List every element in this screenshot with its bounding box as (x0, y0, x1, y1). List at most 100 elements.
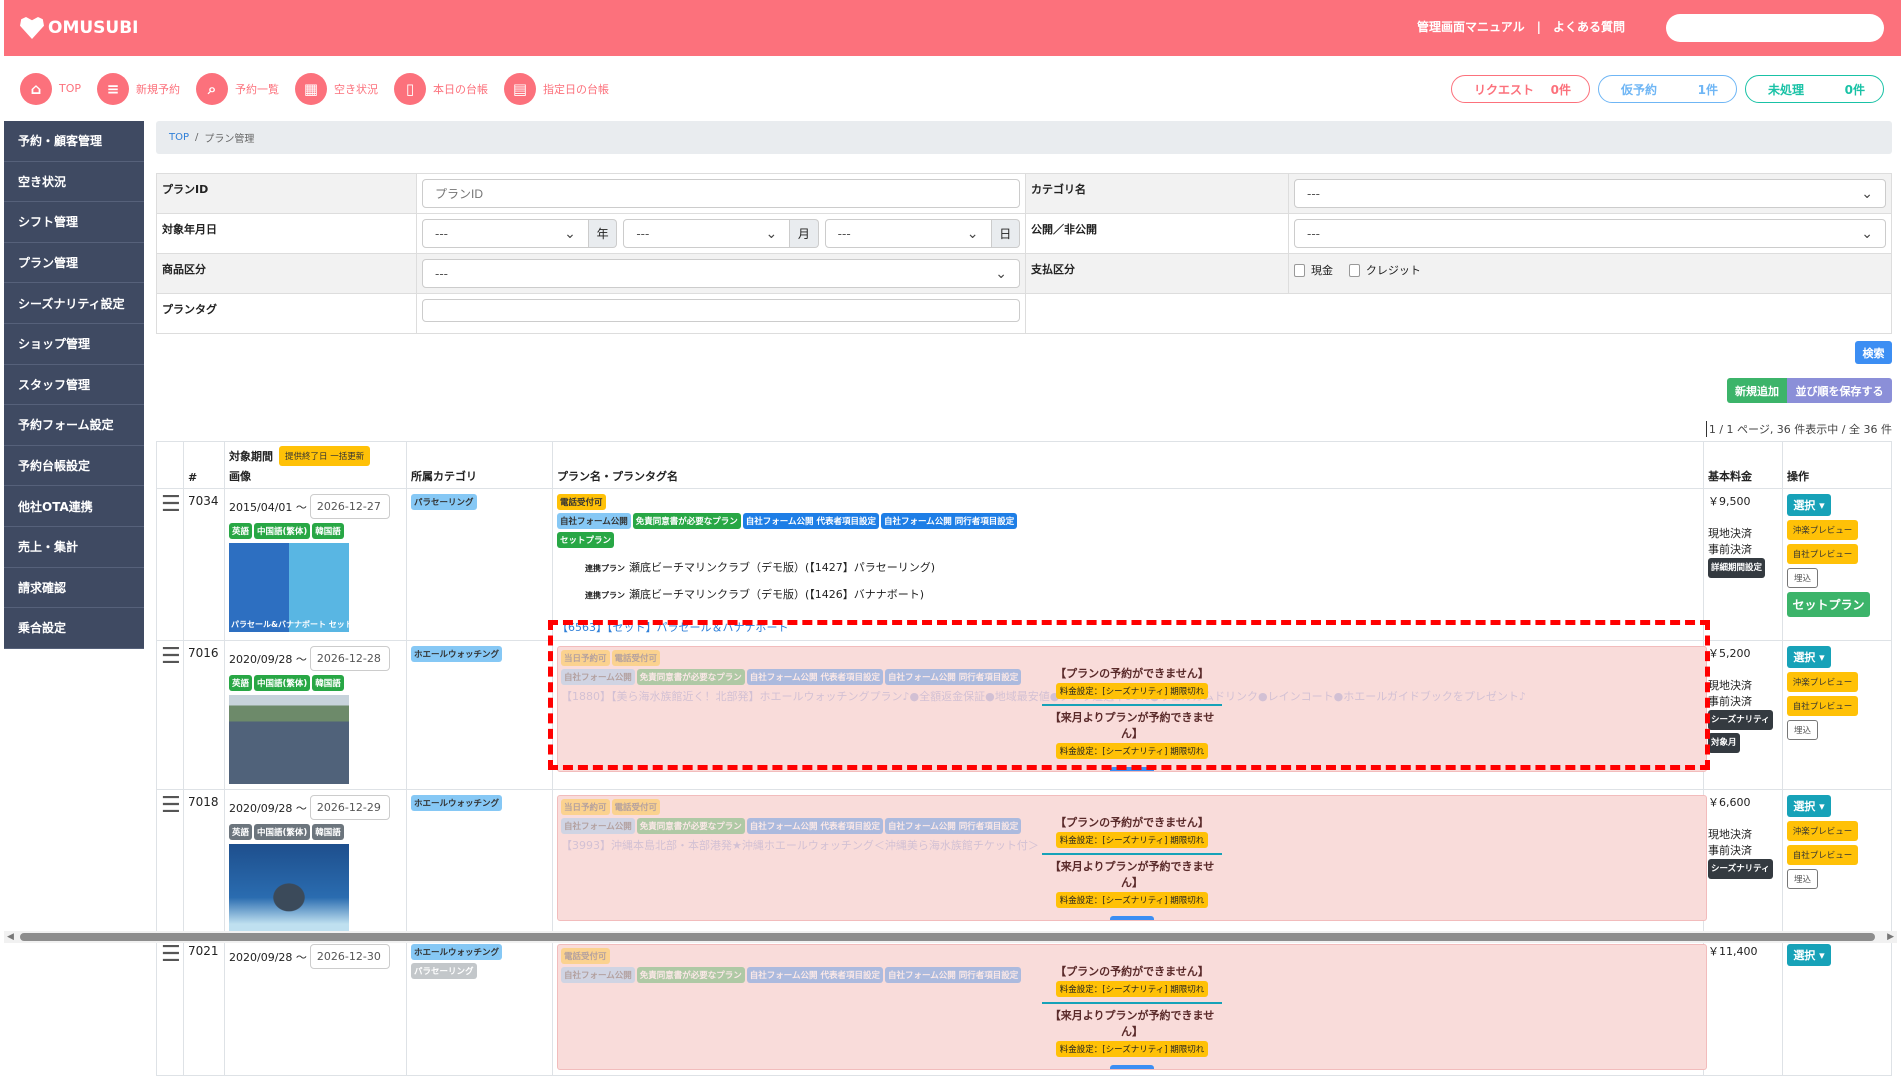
plan-column-header: プラン名・プランタグ名 (553, 442, 1704, 489)
year-select[interactable]: --- (422, 219, 589, 248)
okiraku-preview-button[interactable]: 沖楽プレビュー (1787, 520, 1858, 540)
select-dropdown-button[interactable]: 選択 ▾ (1787, 646, 1831, 668)
operations-cell: 選択 ▾ (1783, 939, 1892, 1076)
nav-grid[interactable]: ▦空き状況 (295, 73, 378, 105)
status-pill[interactable]: リクエスト0件 (1451, 75, 1590, 103)
embed-button[interactable]: 埋込 (1787, 869, 1818, 889)
language-tag: 韓国語 (312, 523, 344, 539)
plan-name-link[interactable]: 【3993】沖縄本島北部・本部港発★沖縄ホエールウォッチング＜沖縄美ら海水族館チ… (561, 839, 1039, 852)
language-tag: 中国語(繁体) (254, 523, 310, 539)
status-pill[interactable]: 仮予約1件 (1598, 75, 1737, 103)
set-plan-button[interactable]: セットプラン (1787, 592, 1870, 617)
sidebar-item[interactable]: ショップ管理 (4, 324, 144, 365)
nav-search[interactable]: ⌕予約一覧 (196, 73, 279, 105)
end-date-input[interactable]: 2026-12-30 (310, 944, 390, 969)
own-preview-button[interactable]: 自社プレビュー (1787, 544, 1858, 564)
operations-cell: 選択 ▾ 沖楽プレビュー自社プレビュー埋込セットプラン (1783, 489, 1892, 641)
end-date-input[interactable]: 2026-12-29 (310, 795, 390, 820)
sidebar-item[interactable]: 請求確認 (4, 568, 144, 609)
sidebar-item[interactable]: 売上・集計 (4, 527, 144, 568)
cash-checkbox[interactable]: 現金 (1294, 262, 1333, 278)
day-select-value: --- (838, 227, 851, 241)
okiraku-preview-button[interactable]: 沖楽プレビュー (1787, 821, 1858, 841)
nav-home[interactable]: ⌂TOP (20, 73, 81, 105)
edit-plan-button[interactable]: 編集する (1110, 1065, 1154, 1070)
search-button[interactable]: 検索 (1855, 341, 1892, 364)
add-new-button[interactable]: 新規追加 (1727, 378, 1787, 403)
scrollbar-thumb[interactable] (20, 933, 1875, 941)
product-type-select[interactable]: --- (422, 259, 1020, 288)
plan-id-input[interactable] (422, 179, 1020, 208)
sidebar-item[interactable]: シーズナリティ設定 (4, 283, 144, 324)
nav-edit-list[interactable]: ≡新規予約 (97, 73, 180, 105)
okiraku-preview-button[interactable]: 沖楽プレビュー (1787, 672, 1858, 692)
drag-handle-icon[interactable]: ☰ (157, 939, 184, 1076)
drag-column-header (157, 442, 184, 489)
embed-button[interactable]: 埋込 (1787, 720, 1818, 740)
end-date-input[interactable]: 2026-12-27 (310, 494, 390, 519)
save-order-button[interactable]: 並び順を保存する (1787, 378, 1892, 403)
status-pill[interactable]: 未処理0件 (1745, 75, 1884, 103)
sidebar-item[interactable]: 乗合設定 (4, 608, 144, 649)
select-dropdown-button[interactable]: 選択 ▾ (1787, 795, 1831, 817)
edit-plan-button[interactable]: 編集する (1110, 767, 1154, 772)
own-preview-button[interactable]: 自社プレビュー (1787, 696, 1858, 716)
bulk-update-end-date-button[interactable]: 提供終了日 一括更新 (279, 446, 370, 466)
sidebar-item[interactable]: 予約台帳設定 (4, 446, 144, 487)
drag-handle-icon[interactable]: ☰ (157, 790, 184, 939)
plan-cell: 電話受付可自社フォーム公開免責同意書が必要なプラン自社フォーム公開 代表者項目設… (553, 489, 1704, 641)
checkbox-box[interactable] (1349, 264, 1360, 277)
horizontal-scrollbar[interactable]: ◀▶ (4, 931, 1897, 943)
credit-checkbox[interactable]: クレジット (1349, 262, 1421, 278)
public-select[interactable]: --- (1294, 219, 1886, 248)
sidebar-item[interactable]: スタッフ管理 (4, 365, 144, 406)
manual-link[interactable]: 管理画面マニュアル (1417, 20, 1525, 34)
drag-handle-icon[interactable]: ☰ (157, 489, 184, 641)
scroll-left-arrow-icon[interactable]: ◀ (7, 932, 14, 942)
nav-book[interactable]: ▯本日の台帳 (394, 73, 488, 105)
breadcrumb-top[interactable]: TOP (169, 132, 189, 143)
day-select[interactable]: --- (825, 219, 992, 248)
nav-label: 新規予約 (136, 81, 180, 97)
end-date-input[interactable]: 2026-12-28 (310, 646, 390, 671)
plan-tag: 自社フォーム公開 (561, 967, 635, 983)
sidebar-item[interactable]: 予約フォーム設定 (4, 405, 144, 446)
brand-logo[interactable]: OMUSUBI (20, 17, 139, 39)
table-row: ☰70162020/09/28 〜2026-12-28英語中国語(繁体)韓国語ホ… (157, 641, 1892, 790)
plan-name-link[interactable]: 【6563】【セット】パラセール＆バナナボート (557, 619, 1699, 635)
sidebar-item[interactable]: シフト管理 (4, 202, 144, 243)
plan-tag-input[interactable] (422, 299, 1020, 322)
period-cell: 2015/04/01 〜2026-12-27英語中国語(繁体)韓国語パラセール&… (225, 489, 407, 641)
checkbox-box[interactable] (1294, 264, 1305, 277)
warning-title: 【プランの予約ができません】 (1042, 963, 1222, 979)
month-select-value: --- (636, 227, 649, 241)
sidebar-item[interactable]: プラン管理 (4, 243, 144, 284)
sidebar-item[interactable]: 予約・顧客管理 (4, 121, 144, 162)
sidebar-item[interactable]: 他社OTA連携 (4, 486, 144, 527)
status-pills: リクエスト0件仮予約1件未処理0件 (1451, 75, 1884, 103)
period-cell: 2020/09/28 〜2026-12-30 (225, 939, 407, 1076)
select-dropdown-button[interactable]: 選択 ▾ (1787, 494, 1831, 516)
caret-down-icon: ▾ (1815, 800, 1824, 813)
faq-link[interactable]: よくある質問 (1553, 20, 1625, 34)
plan-tag: 免責同意書が必要なプラン (633, 513, 741, 529)
own-preview-button[interactable]: 自社プレビュー (1787, 845, 1858, 865)
scroll-right-arrow-icon[interactable]: ▶ (1887, 932, 1894, 942)
category-tag: ホエールウォッチング (411, 944, 502, 960)
select-dropdown-button[interactable]: 選択 ▾ (1787, 944, 1831, 966)
nav-calendar[interactable]: ▤指定日の台帳 (504, 73, 609, 105)
period-dates: 2020/09/28 〜2026-12-30 (229, 944, 402, 969)
operations-cell: 選択 ▾ 沖楽プレビュー自社プレビュー埋込 (1783, 790, 1892, 939)
price-badge: 対象月 (1708, 733, 1740, 753)
embed-button[interactable]: 埋込 (1787, 568, 1818, 588)
drag-handle-icon[interactable]: ☰ (157, 641, 184, 790)
plan-tag-line: 自社フォーム公開免責同意書が必要なプラン自社フォーム公開 代表者項目設定自社フォ… (557, 513, 1699, 532)
sidebar-item[interactable]: 空き状況 (4, 162, 144, 203)
ops-column-header: 操作 (1783, 442, 1892, 489)
edit-plan-button[interactable]: 編集する (1110, 916, 1154, 921)
header-search-input[interactable] (1666, 14, 1884, 42)
year-select-value: --- (435, 227, 448, 241)
month-select[interactable]: --- (623, 219, 790, 248)
public-select-value: --- (1307, 227, 1320, 241)
category-select[interactable]: --- (1294, 179, 1886, 208)
